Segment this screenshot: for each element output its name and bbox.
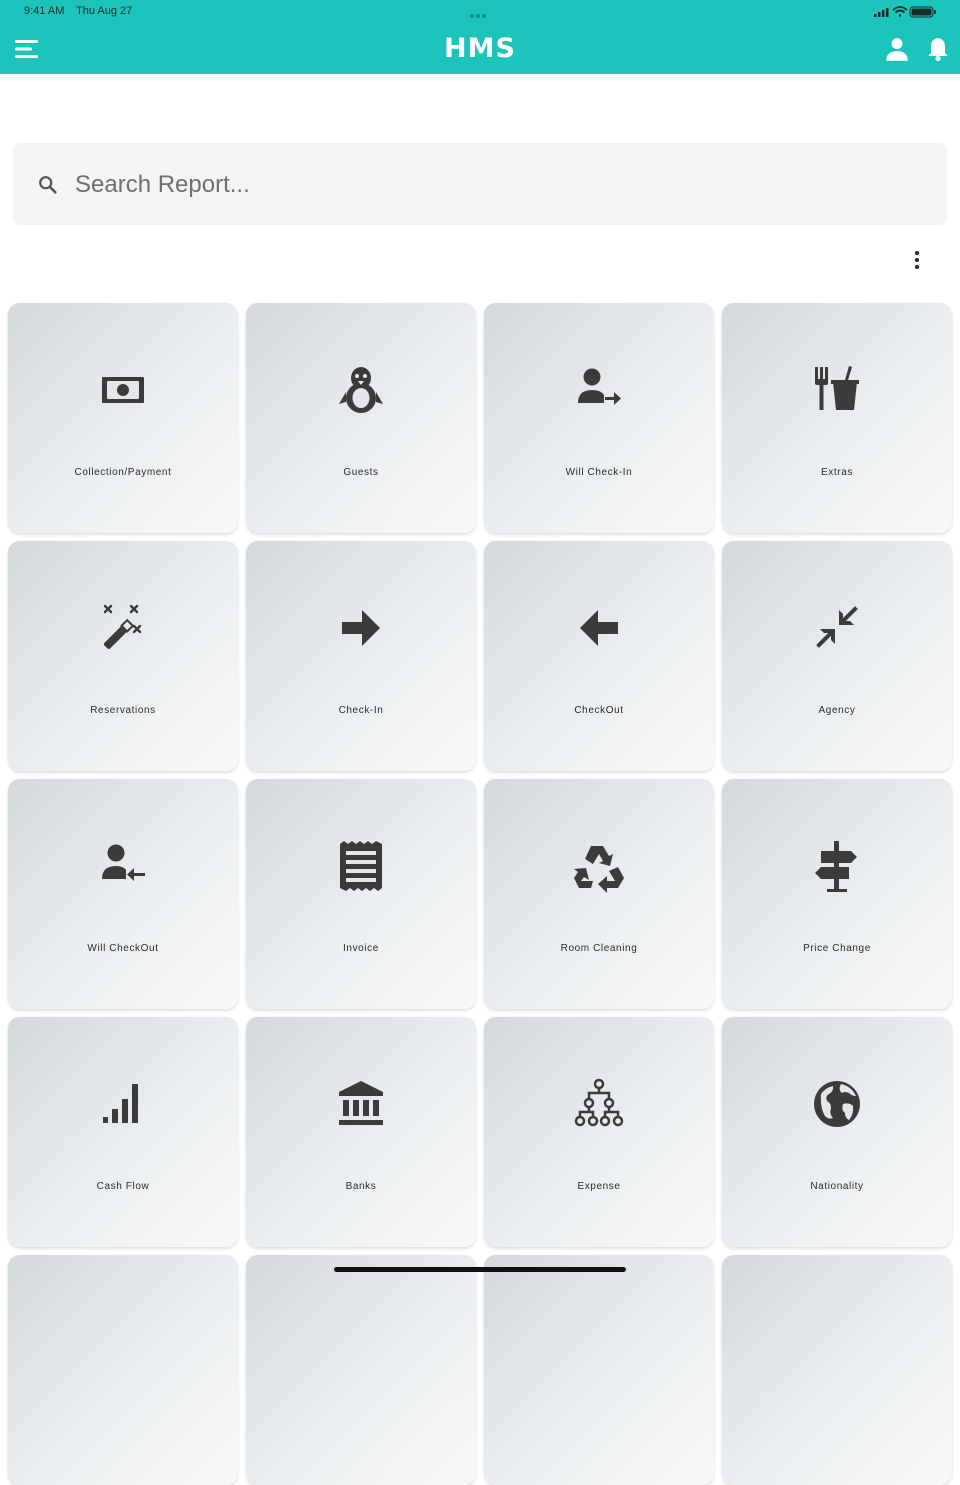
report-tile-nationality[interactable]: Nationality [722,1017,952,1247]
report-tile-guests[interactable]: Guests [246,303,476,533]
report-tile-partial[interactable] [8,1255,238,1485]
arrow-left-icon [569,598,629,658]
hierarchy-icon [569,1074,629,1134]
magic-wand-icon [93,598,153,658]
report-tile-will-checkout[interactable]: Will CheckOut [8,779,238,1009]
collapse-arrows-icon [807,598,867,658]
home-indicator[interactable] [334,1267,626,1272]
report-tile-label: Price Change [803,943,871,954]
report-tile-label: Extras [821,467,853,478]
app-title: HMS [444,33,516,64]
report-tile-label: Agency [818,705,856,716]
report-tile-agency[interactable]: Agency [722,541,952,771]
status-date: Thu Aug 27 [76,5,133,17]
search-input[interactable] [73,163,917,207]
app-header: HMS [0,24,960,74]
report-tile-label: Expense [577,1181,621,1192]
signpost-icon [807,836,867,896]
report-tile-label: Reservations [90,705,156,716]
report-tile-collection-payment[interactable]: Collection/Payment [8,303,238,533]
report-tile-check-in[interactable]: Check-In [246,541,476,771]
report-tile-price-change[interactable]: Price Change [722,779,952,1009]
report-tile-label: Invoice [343,943,379,954]
status-icons [874,6,936,18]
globe-icon [807,1074,867,1134]
report-tile-banks[interactable]: Banks [246,1017,476,1247]
status-time: 9:41 AM [24,5,65,17]
multitasking-dots-icon[interactable] [470,9,490,18]
report-tile-label: Cash Flow [96,1181,150,1192]
penguin-icon [331,360,391,420]
cellular-signal-icon [874,8,889,17]
wifi-icon [892,6,908,17]
report-tile-label: CheckOut [574,705,624,716]
report-tile-will-check-in[interactable]: Will Check-In [484,303,714,533]
report-tile-partial[interactable] [246,1255,476,1485]
more-options-icon[interactable] [908,248,926,272]
report-tile-label: Room Cleaning [560,943,638,954]
report-tile-label: Will Check-In [565,467,633,478]
report-tile-cash-flow[interactable]: Cash Flow [8,1017,238,1247]
search-icon [39,176,57,194]
bell-icon[interactable] [926,36,950,62]
recycle-icon [569,836,629,896]
report-tile-label: Banks [345,1181,377,1192]
report-tile-expense[interactable]: Expense [484,1017,714,1247]
report-tile-extras[interactable]: Extras [722,303,952,533]
search-bar[interactable] [13,143,947,225]
fastfood-icon [807,360,867,420]
report-tile-partial[interactable] [484,1255,714,1485]
report-tile-room-cleaning[interactable]: Room Cleaning [484,779,714,1009]
money-icon [93,360,153,420]
user-icon[interactable] [884,36,910,62]
report-tile-label: Nationality [810,1181,864,1192]
report-tile-checkout[interactable]: CheckOut [484,541,714,771]
status-bar: 9:41 AM Thu Aug 27 [0,0,960,24]
arrow-right-icon [331,598,391,658]
report-tile-partial[interactable] [722,1255,952,1485]
report-tile-label: Check-In [338,705,384,716]
report-tile-label: Collection/Payment [74,467,172,478]
report-tile-invoice[interactable]: Invoice [246,779,476,1009]
person-arrow-right-icon [569,360,629,420]
receipt-icon [331,836,391,896]
report-tile-label: Will CheckOut [87,943,159,954]
battery-icon [909,6,936,18]
report-tile-label: Guests [343,467,379,478]
signal-bars-icon [93,1074,153,1134]
bank-icon [331,1074,391,1134]
person-arrow-left-icon [93,836,153,896]
report-tile-reservations[interactable]: Reservations [8,541,238,771]
